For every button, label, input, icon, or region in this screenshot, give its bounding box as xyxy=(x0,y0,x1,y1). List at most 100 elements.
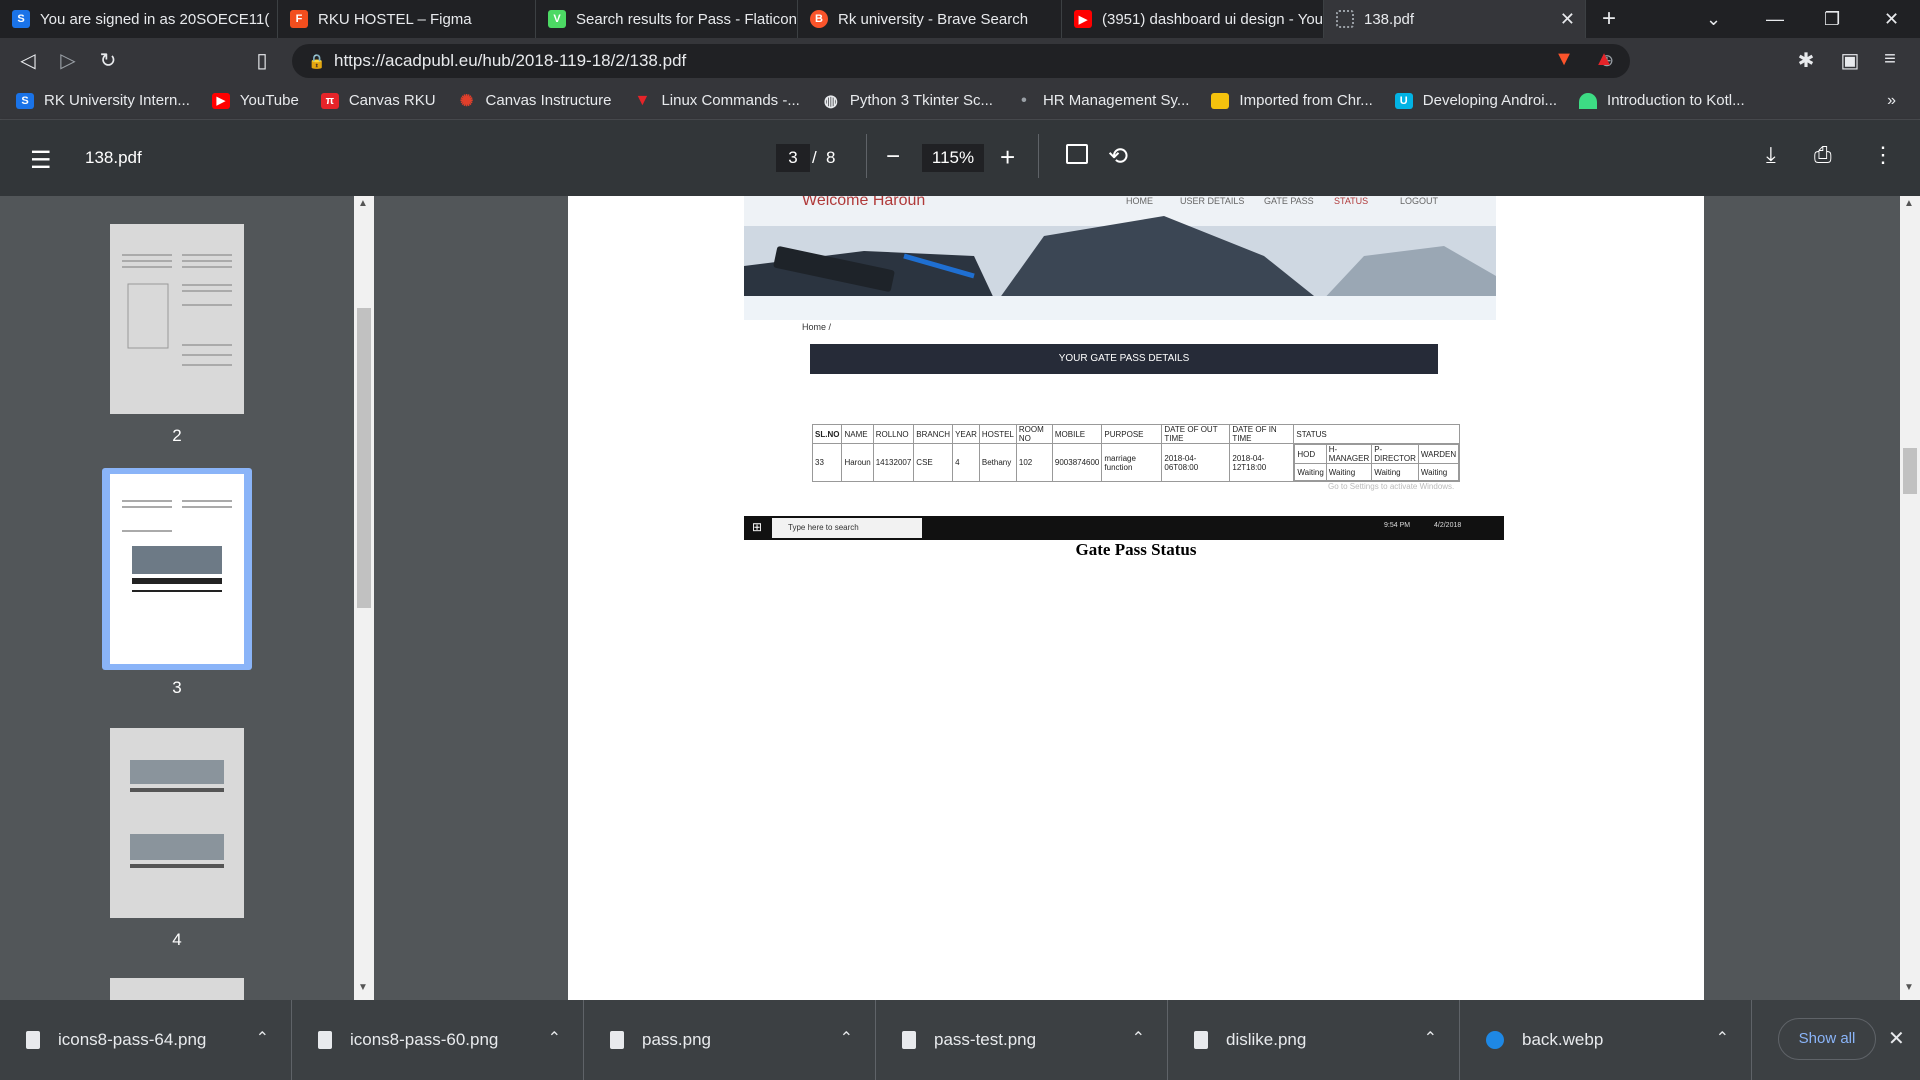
scroll-down-icon[interactable]: ▼ xyxy=(1904,982,1914,993)
bookmark-label: YouTube xyxy=(239,92,299,109)
scrollbar-thumb[interactable] xyxy=(357,308,371,608)
chevron-up-icon[interactable]: ⌃ xyxy=(548,1028,561,1048)
download-item[interactable]: dislike.png ⌃ xyxy=(1168,1000,1460,1080)
cell-hostel: Bethany xyxy=(978,443,1017,482)
chevron-up-icon[interactable]: ⌃ xyxy=(1716,1028,1729,1048)
chevron-up-icon[interactable]: ⌃ xyxy=(840,1028,853,1048)
zoom-input[interactable]: 115% xyxy=(922,144,984,172)
more-options-icon[interactable]: ⋮ xyxy=(1872,142,1894,168)
brave-rewards-icon[interactable]: ▲ xyxy=(1592,48,1616,71)
bookmark-icon[interactable]: ▯ xyxy=(250,48,274,73)
android-icon xyxy=(1579,92,1598,109)
zoom-in-button[interactable]: + xyxy=(1000,142,1015,173)
bookmark-imported-folder[interactable]: Imported from Chr... xyxy=(1211,92,1373,109)
chevron-up-icon[interactable]: ⌃ xyxy=(1132,1028,1145,1048)
reload-button[interactable]: ↻ xyxy=(96,48,120,73)
minimize-button[interactable]: — xyxy=(1766,0,1784,38)
close-icon[interactable]: ✕ xyxy=(1560,9,1575,30)
tab-brave-search[interactable]: B Rk university - Brave Search xyxy=(798,0,1062,38)
thumbnail-label: 2 xyxy=(172,426,182,445)
address-bar[interactable]: 🔒 https://acadpubl.eu/hub/2018-119-18/2/… xyxy=(292,44,1630,78)
status-subtable: HOD H-MANAGER P-DIRECTOR WARDEN Waiting … xyxy=(1294,444,1460,481)
lock-icon: 🔒 xyxy=(308,53,326,69)
folder-icon xyxy=(1211,92,1230,109)
more-bookmarks-icon[interactable]: » xyxy=(1887,92,1896,110)
forward-button[interactable]: ▷ xyxy=(56,48,80,73)
bookmark-canvas-rku[interactable]: π Canvas RKU xyxy=(320,92,436,109)
thumbnail-page-3[interactable] xyxy=(110,474,244,664)
loading-icon xyxy=(1336,10,1354,28)
flaticon-icon: V xyxy=(548,10,566,28)
download-filename: dislike.png xyxy=(1226,1030,1307,1049)
thumbnail-page-4[interactable] xyxy=(110,728,244,918)
s-icon: S xyxy=(16,92,34,109)
tab-pdf[interactable]: 138.pdf ✕ xyxy=(1324,0,1586,38)
thumbnail-page-2[interactable] xyxy=(110,224,244,414)
bookmark-youtube[interactable]: ▶ YouTube xyxy=(211,92,299,109)
extensions-icon[interactable]: ✱ xyxy=(1794,48,1818,73)
scroll-up-icon[interactable]: ▲ xyxy=(1904,198,1914,209)
file-icon xyxy=(902,1031,916,1049)
chevron-up-icon[interactable]: ⌃ xyxy=(256,1028,269,1048)
bookmark-canvas-instructure[interactable]: ✺ Canvas Instructure xyxy=(458,92,612,110)
download-item[interactable]: pass.png ⌃ xyxy=(584,1000,876,1080)
sidebar-scrollbar[interactable]: ▲ ▼ xyxy=(354,196,374,1000)
file-icon xyxy=(318,1031,332,1049)
bookmark-developing-android[interactable]: U Developing Androi... xyxy=(1394,92,1557,109)
scroll-up-icon[interactable]: ▲ xyxy=(358,198,368,209)
bookmark-intro-kotlin[interactable]: Introduction to Kotl... xyxy=(1579,92,1745,109)
pdf-filename: 138.pdf xyxy=(85,148,142,167)
rotate-icon[interactable]: ⟲ xyxy=(1108,142,1128,171)
thumbnail-label: 4 xyxy=(172,930,182,949)
hamburger-menu-icon[interactable]: ☰ xyxy=(30,146,52,175)
bookmark-label: Imported from Chr... xyxy=(1239,92,1373,109)
tab-figma[interactable]: F RKU HOSTEL – Figma xyxy=(278,0,536,38)
file-icon xyxy=(1194,1031,1208,1049)
menu-icon[interactable]: ≡ xyxy=(1878,48,1902,71)
canvas-icon: π xyxy=(320,92,339,109)
site-icon: • xyxy=(1021,91,1027,109)
download-item[interactable]: back.webp ⌃ xyxy=(1460,1000,1752,1080)
tab-strip: S You are signed in as 20SOECE11( F RKU … xyxy=(0,0,1920,38)
bookmark-hr-management[interactable]: • HR Management Sy... xyxy=(1015,91,1189,110)
downloads-bar: icons8-pass-64.png ⌃ icons8-pass-60.png ⌃ … xyxy=(0,1000,1920,1080)
download-icon[interactable]: ⤓ xyxy=(1766,142,1776,168)
hero-image xyxy=(744,196,1496,320)
th-status: STATUS xyxy=(1293,424,1461,444)
brave-shields-icon[interactable]: ▼ xyxy=(1552,48,1576,71)
scrollbar-thumb[interactable] xyxy=(1903,448,1917,494)
pdf-toolbar: ☰ 138.pdf 3 / 8 − 115% + ⟲ ⤓ ⎙ ⋮ xyxy=(0,120,1920,196)
viewer-scrollbar[interactable]: ▲ ▼ xyxy=(1900,196,1920,1000)
chevron-up-icon[interactable]: ⌃ xyxy=(1424,1028,1437,1048)
udacity-icon: U xyxy=(1394,92,1413,109)
tab-youtube[interactable]: ▶ (3951) dashboard ui design - You xyxy=(1062,0,1324,38)
zoom-out-button[interactable]: − xyxy=(886,143,900,171)
fit-to-page-icon[interactable] xyxy=(1066,144,1088,164)
download-item[interactable]: pass-test.png ⌃ xyxy=(876,1000,1168,1080)
bookmark-linux-commands[interactable]: ▼ Linux Commands -... xyxy=(633,92,800,110)
close-downloads-icon[interactable]: ✕ xyxy=(1888,1026,1905,1051)
new-tab-button[interactable]: + xyxy=(1586,0,1632,38)
bookmark-rk-university[interactable]: S RK University Intern... xyxy=(16,92,190,109)
print-icon[interactable]: ⎙ xyxy=(1814,142,1832,168)
bookmark-python-tkinter[interactable]: ◍ Python 3 Tkinter Sc... xyxy=(822,92,993,110)
tab-signed-in[interactable]: S You are signed in as 20SOECE11( xyxy=(0,0,278,38)
show-all-button[interactable]: Show all xyxy=(1778,1018,1876,1060)
restore-button[interactable]: ❐ xyxy=(1824,0,1840,38)
pdf-viewer: Welcome Haroun HOME USER DETAILS GATE PA… xyxy=(374,196,1920,1000)
scroll-down-icon[interactable]: ▼ xyxy=(358,982,368,993)
bookmark-label: RK University Intern... xyxy=(44,92,190,109)
page-number-input[interactable]: 3 xyxy=(776,144,810,172)
figure-caption: Gate Pass Status xyxy=(1075,540,1197,559)
cell-slno: 33 xyxy=(811,443,843,482)
download-item[interactable]: icons8-pass-64.png ⌃ xyxy=(0,1000,292,1080)
wallet-icon[interactable]: ▣ xyxy=(1838,48,1862,73)
thumbnail-page-5[interactable] xyxy=(110,978,244,1000)
back-button[interactable]: ◁ xyxy=(16,48,40,73)
download-item[interactable]: icons8-pass-60.png ⌃ xyxy=(292,1000,584,1080)
tab-flaticon[interactable]: V Search results for Pass - Flaticon xyxy=(536,0,798,38)
activate-windows-watermark: Go to Settings to activate Windows. xyxy=(1328,482,1455,491)
tab-search-button[interactable]: ⌄ xyxy=(1706,0,1721,38)
window-close-button[interactable]: ✕ xyxy=(1884,0,1899,38)
download-filename: icons8-pass-60.png xyxy=(350,1030,499,1049)
